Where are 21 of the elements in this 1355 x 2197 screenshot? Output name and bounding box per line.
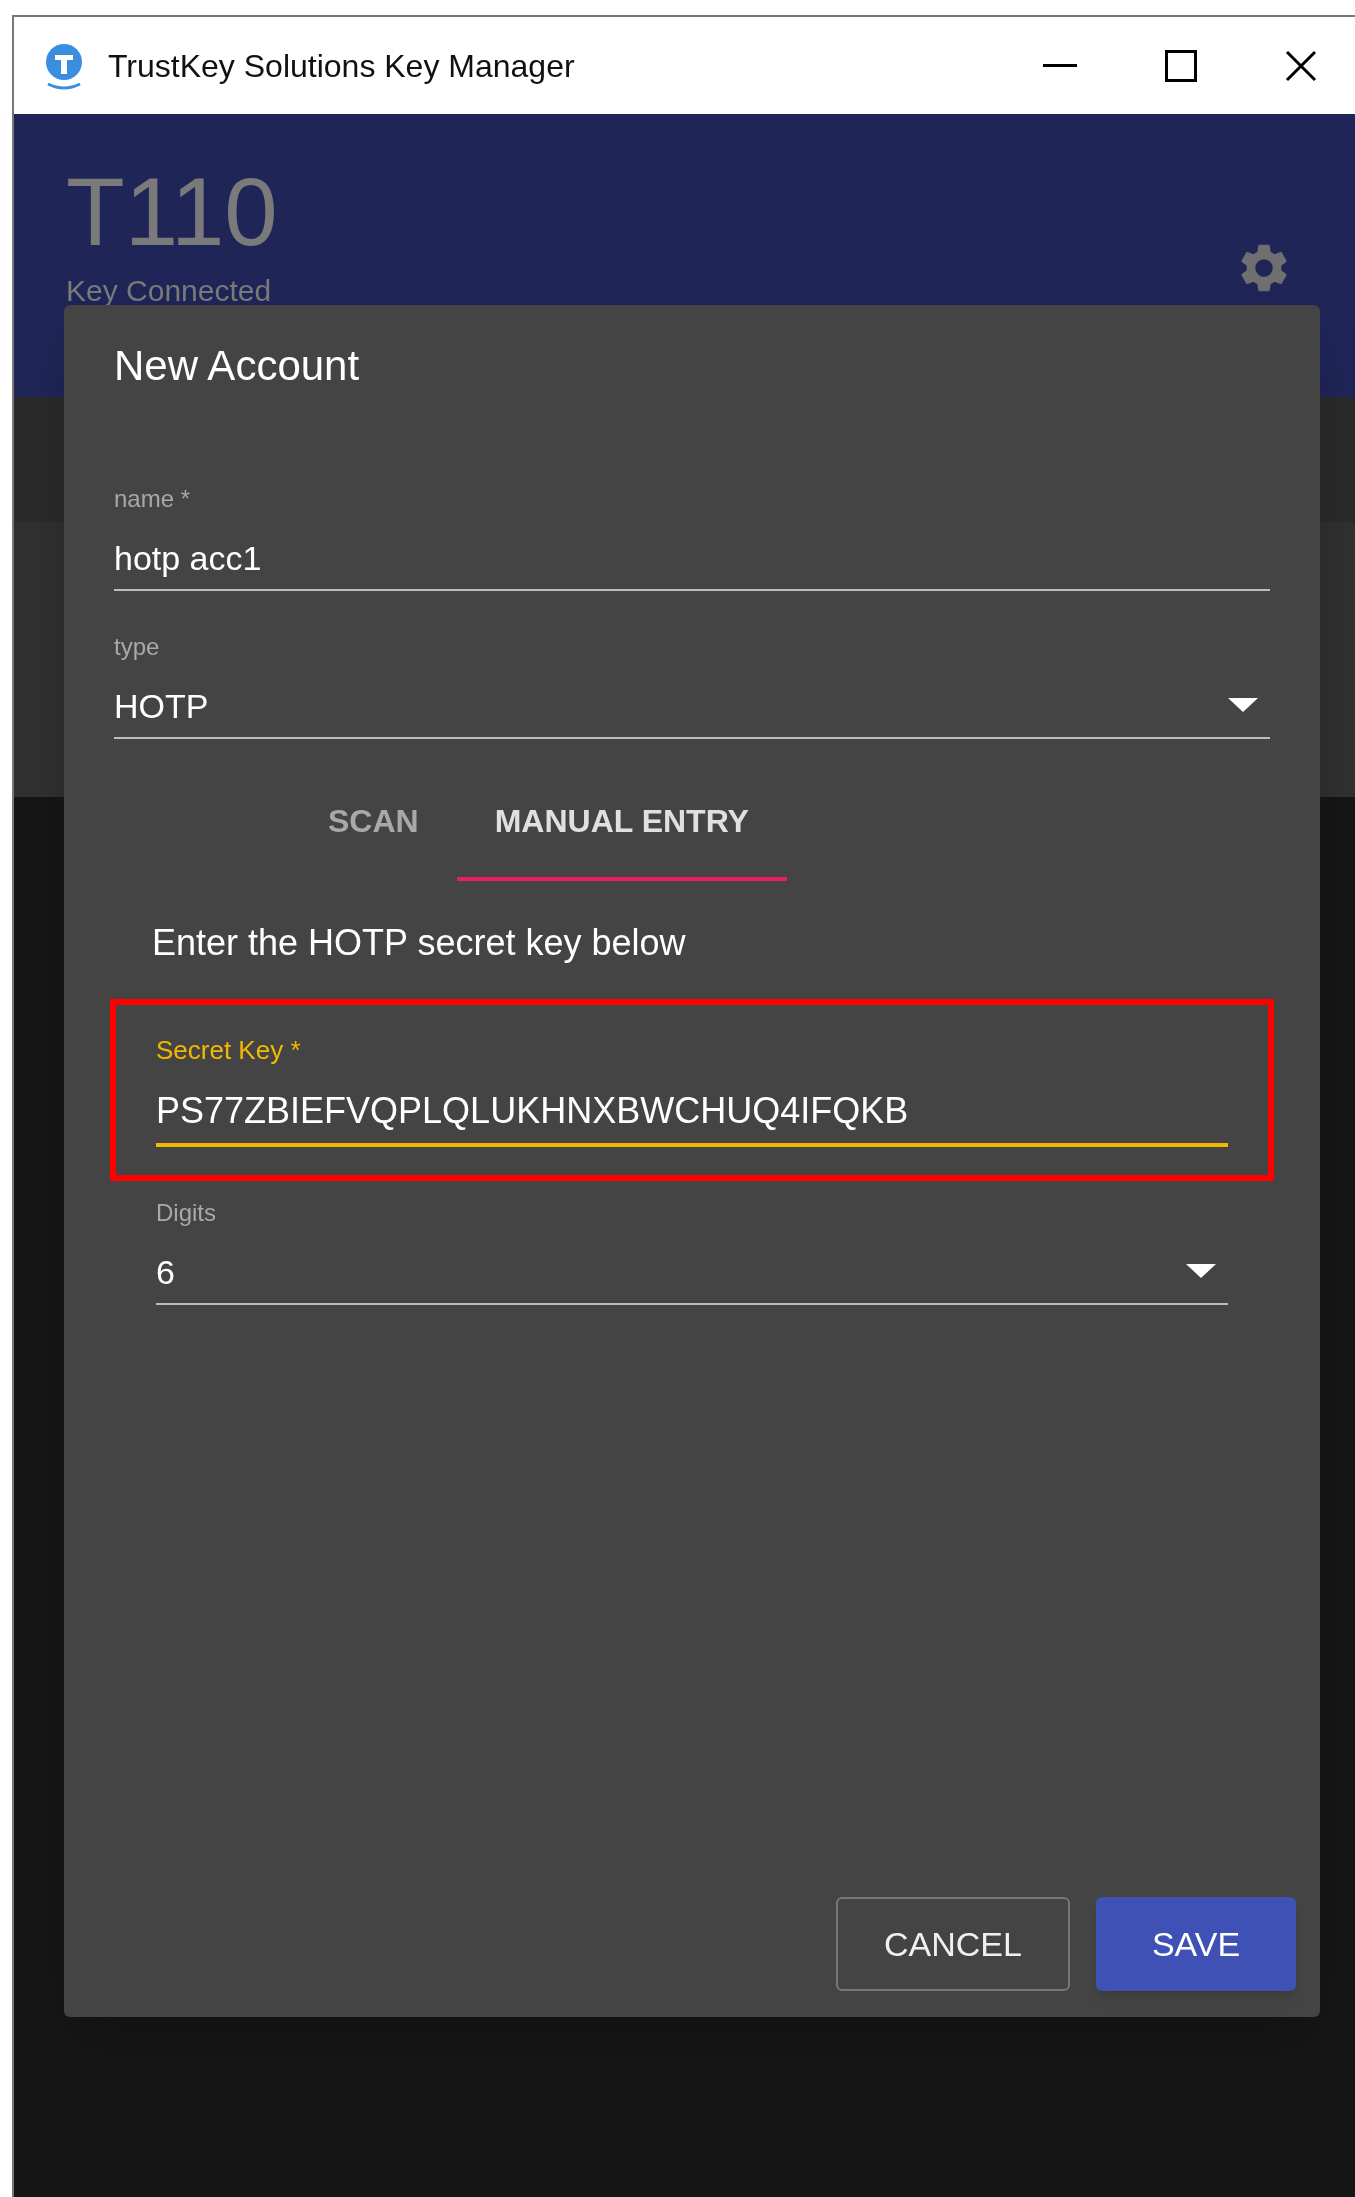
minimize-icon[interactable] xyxy=(1043,63,1077,68)
select-field[interactable]: HOTP xyxy=(114,689,1270,739)
tab[interactable]: MANUAL ENTRY xyxy=(456,775,787,881)
dialog-title: New Account xyxy=(114,345,361,387)
select-field[interactable]: 6 xyxy=(156,1255,1228,1305)
close-icon[interactable] xyxy=(1285,49,1317,82)
instruction-text: Enter the HOTP secret key below xyxy=(152,925,687,961)
device-name: T110 xyxy=(66,164,278,260)
tab[interactable]: SCAN xyxy=(290,775,457,881)
input-field[interactable]: hotp acc1 xyxy=(114,541,1270,591)
dropdown-caret-icon[interactable] xyxy=(1228,698,1258,714)
input-field[interactable]: Secret Key * PS77ZBIEFVQPLQLUKHNXBWCHUQ4IFQKB xyxy=(156,1037,1228,1147)
cancel-button[interactable]: CANCEL xyxy=(836,1897,1070,1991)
maximize-icon[interactable] xyxy=(1165,49,1197,82)
dropdown-caret-icon[interactable] xyxy=(1186,1264,1216,1280)
field-label: name * xyxy=(114,487,192,511)
save-button[interactable]: SAVE xyxy=(1096,1897,1296,1991)
window-title: TrustKey Solutions Key Manager xyxy=(108,46,575,86)
field-label: Digits xyxy=(156,1201,217,1225)
field-label: type xyxy=(114,635,161,659)
status-text: Key Connected xyxy=(66,273,273,309)
